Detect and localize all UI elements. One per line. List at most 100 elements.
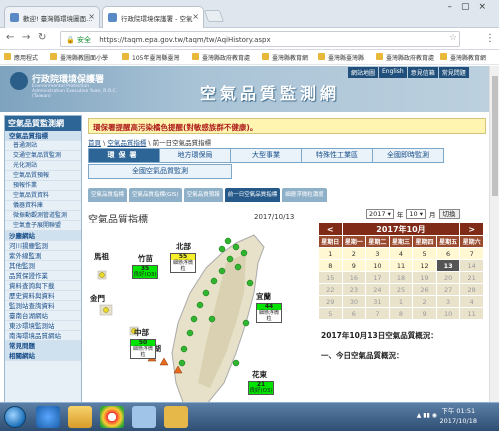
sidebar-item[interactable]: 歷史資料與資料: [5, 291, 81, 301]
chrome-icon[interactable]: [100, 406, 124, 428]
bookmark-item[interactable]: 臺灣縣教圖面小學: [50, 53, 108, 62]
aqi-box-north[interactable]: 55 細懸浮微粒: [170, 253, 196, 273]
calendar-day[interactable]: 10: [435, 307, 461, 320]
calendar-day[interactable]: 1: [318, 247, 343, 260]
aqi-box-huadong[interactable]: 21 良好(O3): [248, 381, 274, 395]
calendar-day[interactable]: 16: [341, 271, 367, 284]
calendar-day[interactable]: 5: [318, 307, 343, 320]
faq-link[interactable]: 常見問題: [438, 67, 469, 78]
tab-special-industry[interactable]: 特殊性工業區: [301, 148, 373, 163]
calendar-day[interactable]: 21: [459, 271, 484, 284]
subtab-aqi[interactable]: 空氣品質指標: [88, 188, 128, 202]
sidebar-item[interactable]: 河川揚塵監測: [5, 241, 81, 251]
calendar-day[interactable]: 24: [365, 283, 390, 296]
close-tab-icon[interactable]: ×: [192, 12, 199, 21]
sidebar-item[interactable]: 臺南台湖網站: [5, 311, 81, 321]
bookmark-item[interactable]: 105年臺灣縣臺灣: [122, 53, 179, 62]
new-tab-button[interactable]: [203, 10, 225, 22]
bookmark-item[interactable]: 應用程式: [4, 53, 38, 62]
sidebar-item[interactable]: 光化測站: [5, 161, 81, 171]
sidebar-item[interactable]: 預報作業: [5, 181, 81, 191]
folder-icon[interactable]: [68, 406, 92, 428]
calendar-day[interactable]: 4: [388, 247, 414, 260]
sidebar-item[interactable]: 空氣品質指標: [5, 131, 81, 141]
calendar-day[interactable]: 17: [365, 271, 390, 284]
calendar-day[interactable]: 26: [412, 283, 437, 296]
sidebar-item[interactable]: 東沙環境監測站: [5, 321, 81, 331]
tab-large-enterprise[interactable]: 大型事業: [230, 148, 302, 163]
sidebar-item[interactable]: 品質保證作業: [5, 271, 81, 281]
calendar-day[interactable]: 11: [388, 259, 414, 272]
reload-icon[interactable]: ↻: [38, 32, 46, 43]
back-icon[interactable]: ←: [6, 32, 14, 43]
calendar-day[interactable]: 15: [318, 271, 343, 284]
calendar-day[interactable]: 29: [318, 295, 343, 308]
prev-month-button[interactable]: <: [318, 222, 343, 236]
forward-icon[interactable]: →: [22, 32, 30, 43]
sidebar-item[interactable]: 空氣品質預報: [5, 171, 81, 181]
sidebar-item[interactable]: 交通空氣品質監測: [5, 151, 81, 161]
year-select[interactable]: 2017 ▾: [366, 209, 394, 219]
calendar-day[interactable]: 7: [365, 307, 390, 320]
calendar-day[interactable]: 20: [435, 271, 461, 284]
sidebar-item[interactable]: 相關網站: [5, 351, 81, 361]
calendar-day[interactable]: 6: [435, 247, 461, 260]
url-input[interactable]: 🔒 安全 https://taqm.epa.gov.tw/taqm/tw/Aqi…: [60, 31, 460, 47]
bookmark-item[interactable]: 臺灣縣政府教育處: [192, 53, 250, 62]
aqi-box-central[interactable]: 50 細懸浮微粒: [130, 339, 156, 359]
tab-national-monitoring[interactable]: 全國空氣品質監測: [88, 164, 232, 179]
calendar-day[interactable]: 14: [459, 259, 484, 272]
calendar-day[interactable]: 28: [459, 283, 484, 296]
window-controls[interactable]: –▢×: [447, 2, 495, 12]
next-month-button[interactable]: >: [459, 222, 484, 236]
calendar-day[interactable]: 2: [341, 247, 367, 260]
breadcrumb-home[interactable]: 首頁: [88, 139, 101, 147]
english-link[interactable]: English: [379, 67, 407, 78]
aqi-box-zhumiao[interactable]: 35 良好(O3): [132, 265, 158, 279]
sidebar-item[interactable]: 普通測站: [5, 141, 81, 151]
calendar-day[interactable]: 19: [412, 271, 437, 284]
sidebar-item[interactable]: 儀器資料庫: [5, 201, 81, 211]
bookmark-star-icon[interactable]: ☆: [449, 33, 457, 43]
taskbar-app-icon[interactable]: [132, 406, 156, 428]
calendar-day[interactable]: 9: [412, 307, 437, 320]
tray-icons[interactable]: ▲ ▮▮ ◉: [417, 412, 437, 419]
sidebar-item[interactable]: 微振動觀測管道監測: [5, 211, 81, 221]
calendar-day[interactable]: 13: [435, 259, 461, 272]
sitemap-link[interactable]: 網站地圖: [348, 67, 379, 78]
sidebar-item[interactable]: 資料查詢與下載: [5, 281, 81, 291]
subtab-pm25[interactable]: 細懸浮微粒濃度: [282, 188, 327, 202]
calendar-day[interactable]: 22: [318, 283, 343, 296]
bookmark-item[interactable]: 臺灣縣教育網: [440, 53, 486, 62]
scrollbar-thumb[interactable]: [492, 76, 498, 196]
calendar-day[interactable]: 27: [435, 283, 461, 296]
tab-epa[interactable]: 環保署: [88, 148, 160, 163]
close-tab-icon[interactable]: ×: [88, 12, 95, 21]
breadcrumb-aqi[interactable]: 空氣品質指標: [107, 139, 146, 147]
feedback-link[interactable]: 意見信箱: [407, 67, 438, 78]
sidebar-item[interactable]: 監測站查詢資料: [5, 301, 81, 311]
page-scrollbar[interactable]: [489, 66, 499, 402]
sidebar-item[interactable]: 其他監測: [5, 261, 81, 271]
calendar-day[interactable]: 31: [365, 295, 390, 308]
sidebar-item[interactable]: 沙塵網站: [5, 231, 81, 241]
bookmark-item[interactable]: 臺灣縣政府教育處: [376, 53, 434, 62]
sidebar-item[interactable]: 空氣盒子展開聯盟: [5, 221, 81, 231]
switch-button[interactable]: 切換: [438, 209, 460, 219]
ie-icon[interactable]: [36, 406, 60, 428]
tab-local-epb[interactable]: 地方環保局: [159, 148, 231, 163]
subtab-forecast[interactable]: 空氣品質預報: [183, 188, 223, 202]
calendar-day[interactable]: 6: [341, 307, 367, 320]
calendar-day[interactable]: 12: [412, 259, 437, 272]
start-button-icon[interactable]: [4, 406, 26, 428]
calendar-day[interactable]: 3: [435, 295, 461, 308]
calendar-day[interactable]: 11: [459, 307, 484, 320]
calendar-day[interactable]: 9: [341, 259, 367, 272]
month-select[interactable]: 10 ▾: [406, 209, 427, 219]
calendar-day[interactable]: 23: [341, 283, 367, 296]
sidebar-item[interactable]: 紫外線監測: [5, 251, 81, 261]
calendar-day[interactable]: 10: [365, 259, 390, 272]
aqi-box-yilan[interactable]: 44 細懸浮微粒: [256, 303, 282, 323]
calendar-day[interactable]: 2: [412, 295, 437, 308]
calendar-day[interactable]: 4: [459, 295, 484, 308]
